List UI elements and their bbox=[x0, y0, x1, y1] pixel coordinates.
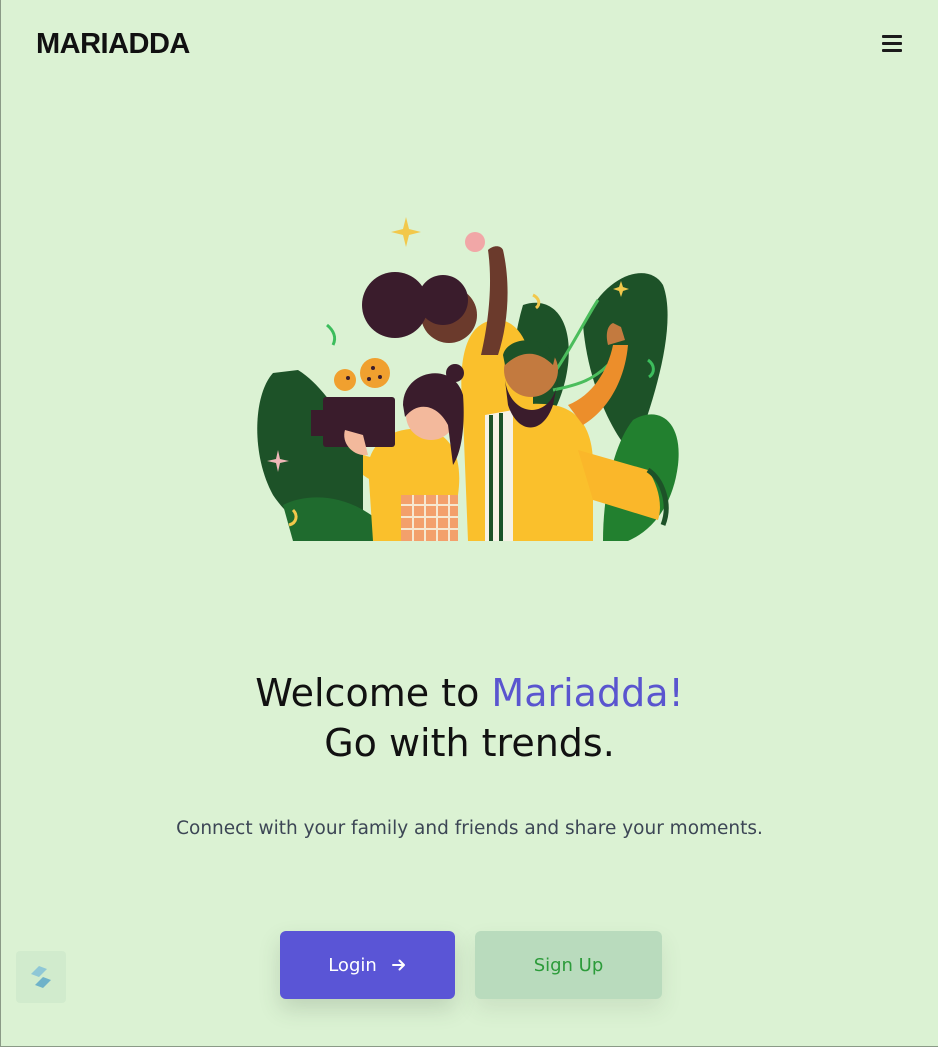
hero-subtitle: Connect with your family and friends and… bbox=[176, 818, 763, 839]
welcome-heading: Welcome to Mariadda! Go with trends. bbox=[1, 668, 938, 768]
welcome-prefix: Welcome to bbox=[255, 671, 492, 715]
signup-button[interactable]: Sign Up bbox=[475, 931, 662, 999]
menu-line bbox=[882, 42, 902, 45]
welcome-brand-name: Mariadda! bbox=[491, 671, 684, 715]
menu-line bbox=[882, 35, 902, 38]
brand-logo[interactable]: MARIADDA bbox=[36, 28, 190, 61]
hamburger-menu-icon[interactable] bbox=[882, 33, 904, 53]
stripe-s-logo-icon bbox=[31, 962, 51, 992]
menu-line bbox=[882, 49, 902, 52]
tagline: Go with trends. bbox=[324, 721, 615, 765]
hero-illustration bbox=[257, 217, 679, 541]
login-button[interactable]: Login bbox=[280, 931, 455, 999]
top-header: MARIADDA bbox=[1, 0, 938, 92]
signup-label: Sign Up bbox=[533, 954, 604, 976]
login-label: Login bbox=[328, 954, 377, 976]
floating-widget-button[interactable] bbox=[16, 951, 66, 1003]
arrow-right-icon bbox=[391, 959, 405, 971]
welcome-line: Welcome to Mariadda! bbox=[1, 668, 938, 718]
